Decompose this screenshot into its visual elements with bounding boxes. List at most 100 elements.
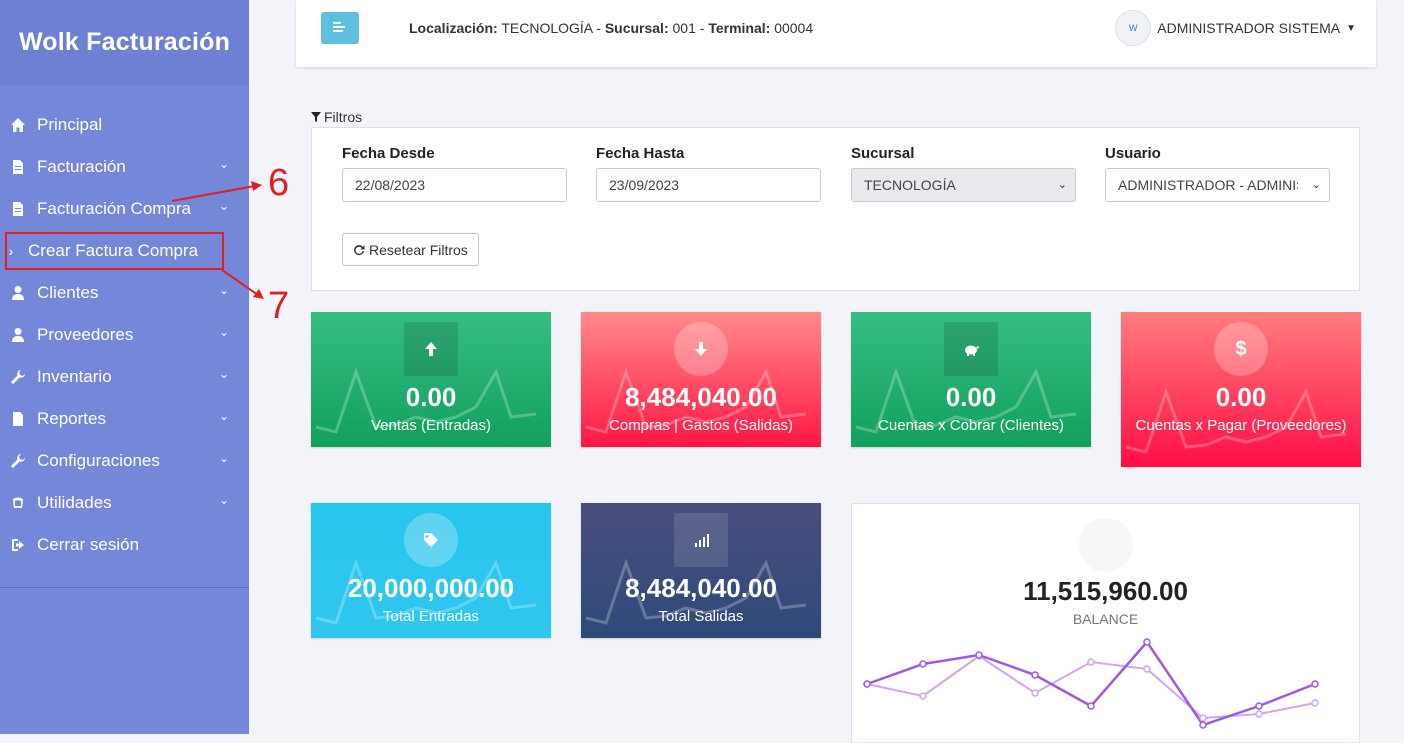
sidebar: Wolk Facturación Principal Facturación ⌄… <box>0 0 249 734</box>
balance-chart <box>863 638 1319 729</box>
separator: - <box>596 20 601 36</box>
stat-value: 0.00 <box>1215 382 1267 412</box>
sidebar-item-label: Proveedores <box>37 325 134 344</box>
balance-card[interactable]: 11,515,960.00 BALANCE <box>851 503 1360 743</box>
annotation-number-6: 6 <box>268 162 290 204</box>
separator: - <box>699 20 705 36</box>
arrow-up-icon <box>404 322 458 376</box>
location-value: TECNOLOGÍA <box>501 20 593 36</box>
refresh-icon <box>354 244 365 255</box>
filters-title: Filtros <box>311 109 362 125</box>
user-menu[interactable]: W ADMINISTRADOR SISTEMA ▼ <box>1115 10 1356 46</box>
fecha-hasta-input[interactable]: 23/09/2023 <box>596 168 821 202</box>
fecha-hasta-group: Fecha Hasta 23/09/2023 <box>596 145 821 202</box>
stat-card-cuentas-pagar[interactable]: $ 0.00 Cuentas x Pagar (Proveedores) <box>1121 312 1361 467</box>
stat-label: Total Entradas <box>383 608 479 625</box>
chevron-down-icon: ⌄ <box>218 157 229 171</box>
stat-card-total-salidas[interactable]: 8,484,040.00 Total Salidas <box>581 503 821 638</box>
sidebar-item-cerrar-sesion[interactable]: Cerrar sesión <box>0 524 249 566</box>
stat-value: 8,484,040.00 <box>625 573 777 603</box>
cloud-icon <box>9 494 27 512</box>
annotation-number-7: 7 <box>268 285 290 327</box>
stat-value: 0.00 <box>405 382 457 412</box>
user-name: ADMINISTRADOR SISTEMA <box>1157 20 1341 36</box>
terminal-label: Terminal: <box>708 20 771 36</box>
avatar: W <box>1115 10 1152 46</box>
menu-icon <box>333 22 345 32</box>
stat-value: 8,484,040.00 <box>625 382 777 412</box>
file-icon <box>9 200 27 218</box>
stat-value: 20,000,000.00 <box>347 573 515 603</box>
file-icon <box>9 410 27 428</box>
wrench-icon <box>9 368 27 386</box>
stat-label: Ventas (Entradas) <box>370 417 492 434</box>
caret-down-icon: ▼ <box>1346 22 1356 34</box>
balance-icon <box>1079 518 1133 572</box>
sidebar-item-label: Inventario <box>37 367 112 386</box>
sidebar-item-configuraciones[interactable]: Configuraciones ⌄ <box>0 440 249 482</box>
arrow-down-icon <box>674 322 728 376</box>
filters-title-text: Filtros <box>324 109 363 125</box>
branch-label: Sucursal: <box>604 20 669 36</box>
branch-value: 001 <box>672 20 696 36</box>
file-icon <box>9 158 27 176</box>
sidebar-item-label: Cerrar sesión <box>37 535 140 554</box>
stat-card-compras[interactable]: 8,484,040.00 Compras | Gastos (Salidas) <box>581 312 821 447</box>
usuario-group: Usuario ADMINISTRADOR - ADMINIS ⌄ <box>1105 145 1330 202</box>
wrench-icon <box>9 452 27 470</box>
location-info: Localización: TECNOLOGÍA - Sucursal: 001… <box>409 20 813 36</box>
brand-title[interactable]: Wolk Facturación <box>0 0 249 85</box>
sidebar-item-label: Facturación <box>37 157 126 176</box>
user-icon <box>9 284 27 302</box>
sucursal-label: Sucursal <box>851 145 915 162</box>
sidebar-divider <box>0 587 249 588</box>
sidebar-item-label: Clientes <box>37 283 99 302</box>
balance-value: 11,515,960.00 <box>1023 576 1188 606</box>
sucursal-group: Sucursal TECNOLOGÍA ⌄ <box>851 145 1076 202</box>
terminal-value: 00004 <box>774 20 814 36</box>
stat-card-ventas[interactable]: 0.00 Ventas (Entradas) <box>311 312 551 447</box>
sidebar-item-inventario[interactable]: Inventario ⌄ <box>0 356 249 398</box>
sidebar-toggle-button[interactable] <box>321 12 359 44</box>
filters-panel: Fecha Desde 22/08/2023 Fecha Hasta 23/09… <box>311 127 1360 291</box>
select-arrow-icon: ⌄ <box>1057 179 1067 191</box>
signal-icon <box>674 513 728 567</box>
piggy-bank-icon <box>944 322 998 376</box>
chevron-down-icon: ⌄ <box>218 493 229 507</box>
select-arrow-icon: ⌄ <box>1311 179 1321 191</box>
fecha-desde-input[interactable]: 22/08/2023 <box>342 168 567 202</box>
sidebar-item-reportes[interactable]: Reportes ⌄ <box>0 398 249 440</box>
sucursal-select-value: TECNOLOGÍA <box>864 177 956 193</box>
annotation-arrows <box>171 181 264 299</box>
sidebar-item-principal[interactable]: Principal <box>0 104 249 146</box>
top-bar: Localización: TECNOLOGÍA - Sucursal: 001… <box>296 0 1376 67</box>
location-label: Localización: <box>409 20 498 36</box>
sidebar-item-utilidades[interactable]: Utilidades ⌄ <box>0 482 249 524</box>
chevron-down-icon: ⌄ <box>218 409 229 423</box>
chevron-down-icon: ⌄ <box>218 325 229 339</box>
usuario-label: Usuario <box>1105 145 1161 162</box>
stat-label: Compras | Gastos (Salidas) <box>609 417 793 434</box>
sucursal-select[interactable]: TECNOLOGÍA ⌄ <box>851 168 1076 202</box>
dollar-icon: $ <box>1214 322 1268 376</box>
fecha-desde-group: Fecha Desde 22/08/2023 <box>342 145 567 202</box>
reset-filters-label: Resetear Filtros <box>369 241 468 258</box>
usuario-select-value: ADMINISTRADOR - ADMINIS <box>1118 177 1298 193</box>
sidebar-item-proveedores[interactable]: Proveedores ⌄ <box>0 314 249 356</box>
stat-card-cuentas-cobrar[interactable]: 0.00 Cuentas x Cobrar (Clientes) <box>851 312 1091 447</box>
sidebar-item-label: Principal <box>37 115 103 134</box>
stat-label: Cuentas x Pagar (Proveedores) <box>1135 417 1347 434</box>
filter-icon <box>311 112 321 122</box>
usuario-select[interactable]: ADMINISTRADOR - ADMINIS ⌄ <box>1105 168 1330 202</box>
stat-label: Cuentas x Cobrar (Clientes) <box>878 417 1064 434</box>
logout-icon <box>9 536 27 554</box>
stat-card-total-entradas[interactable]: 20,000,000.00 Total Entradas <box>311 503 551 638</box>
reset-filters-button[interactable]: Resetear Filtros <box>342 233 479 266</box>
stat-label: Total Salidas <box>658 608 744 625</box>
tags-icon <box>404 513 458 567</box>
sidebar-item-label: Reportes <box>37 409 106 428</box>
user-icon <box>9 326 27 344</box>
balance-label: BALANCE <box>1072 611 1139 627</box>
fecha-desde-label: Fecha Desde <box>342 145 435 162</box>
fecha-hasta-label: Fecha Hasta <box>596 145 685 162</box>
